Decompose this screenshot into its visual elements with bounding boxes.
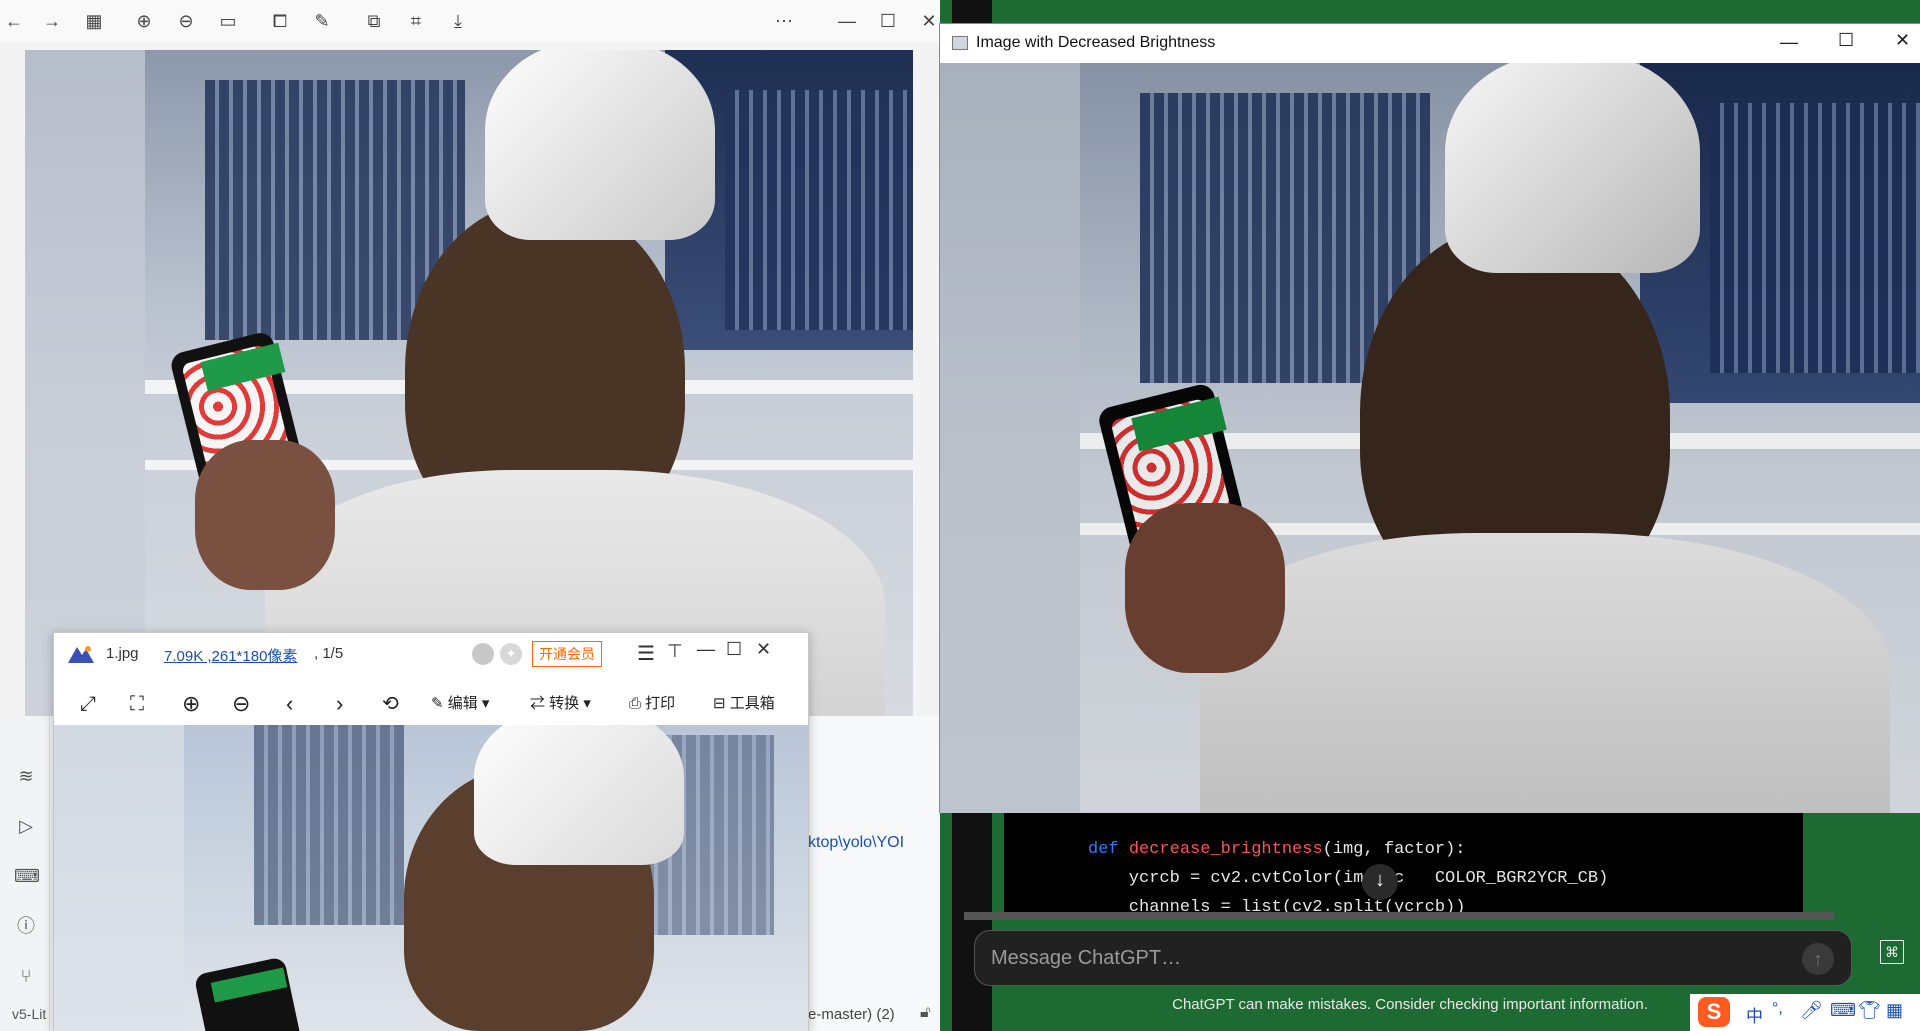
zoom-out-icon[interactable]: ⊖ <box>174 9 198 33</box>
viewer-toolbar: ← → ▦ ⊕ ⊖ ▭ ⧠ ✎ ⧉ ⌗ ⤓ ⋯ — ☐ ✕ <box>0 0 952 42</box>
close-icon[interactable]: ✕ <box>917 9 941 33</box>
previous-icon[interactable]: ‹ <box>286 689 293 719</box>
avatar[interactable] <box>472 643 494 665</box>
more-icon[interactable]: ⋯ <box>772 9 796 33</box>
ide-status-left: v5-Lit <box>12 1006 47 1022</box>
code-keyword: def <box>1088 840 1119 859</box>
convert-label: 转换 <box>549 695 580 712</box>
maximize-icon[interactable]: ☐ <box>726 639 742 660</box>
fit-window-icon[interactable]: ⛶ <box>130 689 144 719</box>
print-label: 打印 <box>645 695 676 712</box>
ime-punct[interactable]: °, <box>1772 1000 1783 1018</box>
menu-icon[interactable]: ☰ <box>637 641 655 666</box>
zoom-in-icon[interactable]: ⊕ <box>182 689 200 719</box>
message-input-placeholder: Message ChatGPT… <box>991 947 1182 969</box>
grid-icon[interactable]: ▦ <box>82 9 106 33</box>
mini-photo <box>54 725 808 1031</box>
edit-icon[interactable]: ✎ <box>310 9 334 33</box>
next-icon[interactable]: › <box>336 689 343 719</box>
run-icon[interactable]: ▷ <box>14 814 38 838</box>
send-arrow-icon[interactable]: ↑ <box>1802 943 1834 975</box>
edit-button[interactable]: ✎ 编辑 ▾ <box>431 689 489 719</box>
vip-button[interactable]: 开通会员 <box>532 641 602 667</box>
convert-icon: ⇄ <box>530 695 550 712</box>
save-icon[interactable]: ⤓ <box>446 9 470 33</box>
opencv-window: Image with Decreased Brightness — ☐ ✕ <box>939 23 1920 813</box>
page-indicator: , 1/5 <box>314 645 344 662</box>
opencv-photo <box>940 63 1920 813</box>
opencv-window-title: Image with Decreased Brightness <box>976 34 1216 51</box>
skin-icon[interactable]: 👕︎ <box>1858 1000 1881 1021</box>
window-app-icon <box>952 36 968 50</box>
close-icon[interactable]: ✕ <box>756 639 771 660</box>
lock-icon[interactable]: 🔓︎ <box>920 1004 930 1022</box>
opencv-title-bar: Image with Decreased Brightness — ☐ ✕ <box>940 24 1920 63</box>
code-line-3: channels = list(cv2.split(ycrcb)) <box>1088 898 1466 912</box>
ime-mode[interactable]: 中 <box>1746 1002 1763 1027</box>
message-input[interactable]: Message ChatGPT… ↑ <box>974 930 1852 986</box>
app-logo <box>68 645 94 663</box>
copy-icon[interactable]: ⧉ <box>362 9 386 33</box>
problems-icon[interactable]: ⓘ <box>14 914 38 938</box>
code-line-2: ycrcb = cv2.cvtColor(img, c COLOR_BGR2YC… <box>1088 869 1609 888</box>
minimize-icon[interactable]: — <box>835 9 859 33</box>
scroll-down-icon[interactable]: ↓ <box>1362 864 1398 900</box>
maximize-icon[interactable]: ☐ <box>1838 30 1854 51</box>
keyboard-icon[interactable]: ⌨ <box>1830 1000 1856 1021</box>
print-button[interactable]: ⎙ 打印 <box>629 689 675 719</box>
code-args: (img, factor): <box>1322 840 1466 859</box>
zoom-in-icon[interactable]: ⊕ <box>132 9 156 33</box>
code-line-1: def decrease_brightness(img, factor): <box>1088 840 1465 859</box>
photo-viewer-window: ← → ▦ ⊕ ⊖ ▭ ⧠ ✎ ⧉ ⌗ ⤓ ⋯ — ☐ ✕ <box>0 0 952 716</box>
sogou-icon[interactable]: S <box>1698 997 1730 1027</box>
ide-left-rail: ≋ ▷ ⌨ ⓘ ⑂ <box>0 716 50 1031</box>
edit-label: 编辑 <box>447 695 478 712</box>
minimize-icon[interactable]: — <box>697 639 715 660</box>
printer-icon: ⎙ <box>629 695 646 712</box>
ide-branch-status: e-master) (2) <box>808 1006 895 1023</box>
zoom-out-icon[interactable]: ⊖ <box>232 689 250 719</box>
vip-badge-icon: ✦ <box>500 643 522 665</box>
convert-button[interactable]: ⇄ 转换 ▾ <box>530 689 591 719</box>
close-icon[interactable]: ✕ <box>1895 30 1910 51</box>
forward-arrow-icon[interactable]: → <box>40 9 64 33</box>
layers-icon[interactable]: ≋ <box>14 764 38 788</box>
viewer-photo <box>25 50 913 716</box>
edit-icon: ✎ <box>431 695 448 712</box>
mini-image-viewer: 1.jpg 7.09K ,261*180像素 , 1/5 ✦ 开通会员 ☰ ⊤ … <box>53 632 809 1031</box>
toolbox-button[interactable]: ⊟ 工具箱 <box>713 689 775 719</box>
terminal-icon[interactable]: ⌨ <box>14 864 40 888</box>
microphone-icon[interactable]: 🎤︎ <box>1800 1000 1823 1021</box>
minimize-icon[interactable]: — <box>1780 32 1798 53</box>
fullscreen-icon[interactable]: ⤢ <box>80 689 96 719</box>
ide-path-fragment: ktop\yolo\YOI <box>808 834 905 851</box>
rotate-icon[interactable]: ⟲ <box>382 689 399 719</box>
toolbox-label: 工具箱 <box>729 695 775 712</box>
code-scrollbar[interactable] <box>964 912 1834 920</box>
git-icon[interactable]: ⑂ <box>14 964 38 988</box>
pin-icon[interactable]: ⊤ <box>667 641 683 662</box>
code-block: def decrease_brightness(img, factor): yc… <box>1004 812 1803 912</box>
ime-toolbar: S 中 °, 🎤︎ ⌨ 👕︎ ▦ <box>1690 994 1920 1031</box>
toolbox-icon: ⊟ <box>713 695 730 712</box>
file-name: 1.jpg <box>106 645 139 662</box>
file-info[interactable]: 7.09K ,261*180像素 <box>164 645 297 666</box>
select-icon[interactable]: ⌗ <box>404 9 428 33</box>
toolbox-grid-icon[interactable]: ▦ <box>1886 1000 1903 1021</box>
back-arrow-icon[interactable]: ← <box>2 9 26 33</box>
code-function-name: decrease_brightness <box>1128 840 1323 859</box>
crop-icon[interactable]: ⧠ <box>268 9 292 33</box>
actual-size-icon[interactable]: ▭ <box>216 9 240 33</box>
maximize-icon[interactable]: ☐ <box>876 9 900 33</box>
screenshot-icon[interactable]: ⌘ <box>1880 940 1904 964</box>
